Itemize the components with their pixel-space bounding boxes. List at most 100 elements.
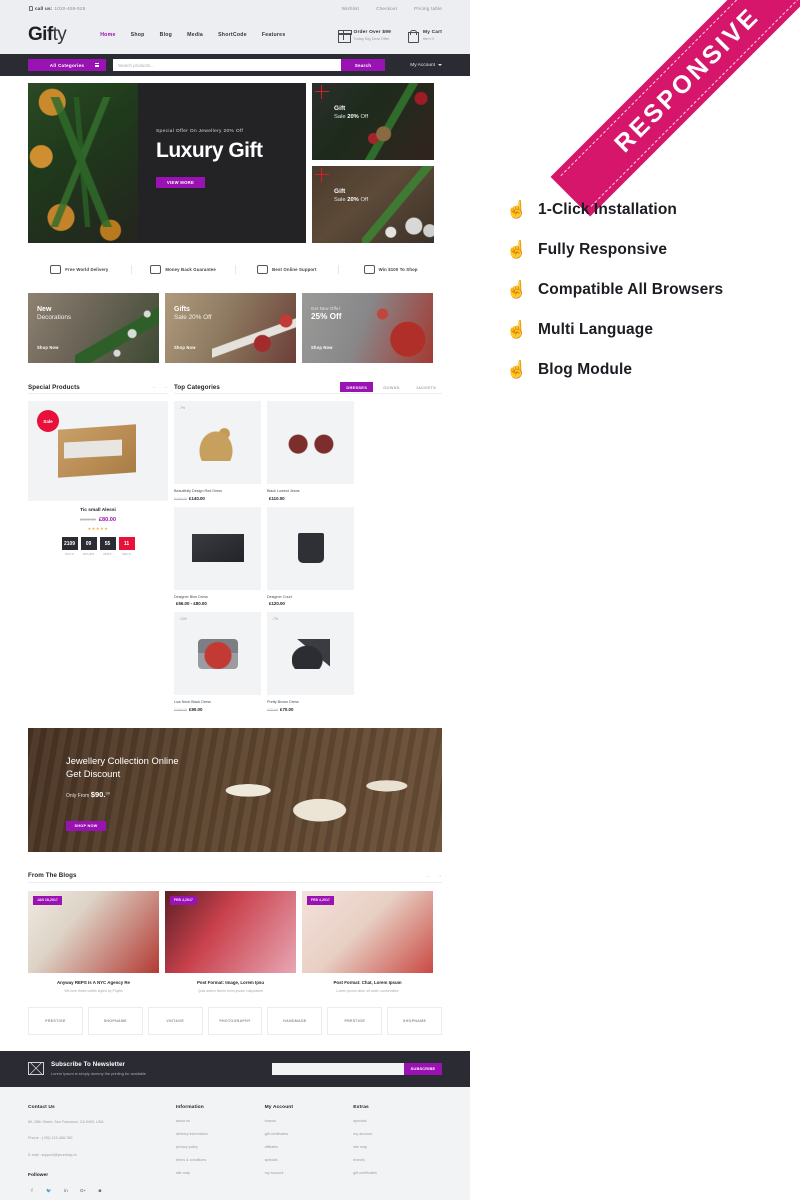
service-label: Win $100 To Shop <box>378 266 418 272</box>
hero-side-sub-bold-1: 20% <box>347 114 359 120</box>
footer-link[interactable]: privacy policy <box>176 1145 265 1149</box>
footer-link[interactable]: affiliates <box>265 1145 354 1149</box>
product-card[interactable]: Designer Court £120.00 <box>267 506 354 606</box>
newsletter-email-input[interactable] <box>272 1062 404 1075</box>
service-label: Money Back Guarantee <box>165 266 216 272</box>
product-image <box>267 506 354 590</box>
footer-link[interactable]: specials <box>265 1158 354 1162</box>
footer-link[interactable]: my account <box>265 1171 354 1175</box>
header-actions: Order Over $99 Today Big Deal Offer My C… <box>337 29 442 43</box>
product-card[interactable]: Designer Blue Dress £56.00 - £80.00 <box>174 506 261 606</box>
footer-link[interactable]: gift certificates <box>265 1132 354 1136</box>
top-link-pricing-table[interactable]: Pricing table <box>414 6 442 11</box>
banner-shop-now-link[interactable]: Shop Now <box>311 345 333 350</box>
hero-side-banner-1[interactable]: Gift Sale 20% Off <box>312 83 434 160</box>
google-plus-icon[interactable]: G+ <box>79 1187 87 1195</box>
hero-view-more-button[interactable]: VIEW MORE <box>156 177 205 188</box>
my-account-dropdown[interactable]: My Account <box>410 63 442 68</box>
blog-carousel-arrows[interactable]: ← → <box>426 873 442 879</box>
brand-logo[interactable]: PRESTIGE <box>28 1006 83 1035</box>
tab-jackets[interactable]: JACKETS <box>410 382 442 392</box>
brand-logo[interactable]: PRESTIGE <box>327 1006 383 1035</box>
footer-link[interactable]: site map <box>176 1171 265 1175</box>
footer-link[interactable]: terms & conditions <box>176 1158 265 1162</box>
blogs-header: From The Blogs ← → <box>28 870 442 883</box>
banner-shop-now-link[interactable]: Shop Now <box>37 345 59 350</box>
site-logo[interactable]: Gifty <box>28 24 67 46</box>
footer-link[interactable]: specials <box>353 1119 442 1123</box>
footer-extras-heading: Extras <box>353 1104 369 1110</box>
nav-item-features[interactable]: Features <box>262 32 286 38</box>
footer-link[interactable]: delivery information <box>176 1132 265 1136</box>
nav-item-shortcode[interactable]: ShortCode <box>218 32 247 38</box>
promo-banner-offer[interactable]: Get New Offer 25% Off Shop Now <box>302 293 433 363</box>
top-link-checkout[interactable]: Checkout <box>376 6 397 11</box>
blog-card[interactable]: FEB 4,2017 Post Format: Image, Lorem Ips… <box>165 890 296 993</box>
search-input[interactable]: Search products... <box>113 59 341 71</box>
nav-item-shop[interactable]: Shop <box>131 32 145 38</box>
cart-block[interactable]: My Cart Item 0 <box>407 29 442 43</box>
hero-side-decoration <box>362 83 434 160</box>
brand-logo[interactable]: SHOPNAME <box>387 1006 443 1035</box>
special-products-title: Special Products <box>28 383 80 391</box>
blog-image: FEB 4,2017 <box>302 890 433 973</box>
instagram-icon[interactable]: ◙ <box>96 1187 104 1195</box>
twitter-icon[interactable]: 🐦 <box>45 1187 53 1195</box>
search-button[interactable]: Search <box>341 59 385 71</box>
call-us-block: call us: 1020-459-528 <box>28 5 85 11</box>
footer-information-column: Information about us delivery informatio… <box>176 1105 265 1200</box>
arrow-left-icon[interactable]: ← <box>152 384 157 390</box>
jewellery-promo-banner[interactable]: Jewellery Collection Online Get Discount… <box>28 727 442 852</box>
hero-side-banner-2[interactable]: Gift Sale 20% Off <box>312 166 434 243</box>
blog-card[interactable]: JAN 18,2017 Anyway REPS Is A NYC Agency … <box>28 890 159 993</box>
blog-title[interactable]: Post Format: Chat, Lorem Ipsum <box>302 980 433 985</box>
product-card[interactable]: -10% Low Neck Black Dress £100.00 £90.00 <box>174 612 261 712</box>
jewellery-shop-now-button[interactable]: SHOP NOW <box>66 820 106 831</box>
blog-card[interactable]: FEB 4,2017 Post Format: Chat, Lorem Ipsu… <box>302 890 433 993</box>
shopping-bag-icon <box>407 29 420 43</box>
carousel-arrows[interactable]: ← → <box>152 384 168 390</box>
footer-link[interactable]: about us <box>176 1119 265 1123</box>
promo-banner-new-decorations[interactable]: New Decorations Shop Now <box>28 293 159 363</box>
banner-shop-now-link[interactable]: Shop Now <box>174 345 196 350</box>
brand-logo[interactable]: SHOPNAME <box>87 1006 143 1035</box>
nav-item-media[interactable]: Media <box>187 32 203 38</box>
product-card[interactable]: -7% Beautifully Design Red Dress £150.00… <box>174 401 261 501</box>
footer-link[interactable]: brands <box>265 1119 354 1123</box>
product-card[interactable]: Black Lowest Jeans £110.00 <box>267 401 354 501</box>
all-categories-button[interactable]: All Categories <box>28 59 106 71</box>
countdown-value: 11 <box>118 537 135 550</box>
special-products-header: Special Products ← → <box>28 381 168 394</box>
banner-decoration <box>349 293 433 363</box>
promo-banner-gifts[interactable]: Gifts Sale 20% Off Shop Now <box>165 293 296 363</box>
top-link-wishlist[interactable]: Wishlist <box>342 6 359 11</box>
arrow-right-icon[interactable]: → <box>437 873 442 879</box>
linkedin-icon[interactable]: in <box>62 1187 70 1195</box>
product-current-price: £90.00 <box>189 706 203 712</box>
nav-item-blog[interactable]: Blog <box>160 32 173 38</box>
order-offer-block[interactable]: Order Over $99 Today Big Deal Offer <box>337 29 391 43</box>
jewellery-price-label: Only From <box>66 792 91 799</box>
nav-item-home[interactable]: Home <box>100 32 115 38</box>
tab-gowns[interactable]: GOWNS <box>377 382 406 392</box>
facebook-icon[interactable]: f <box>28 1187 36 1195</box>
blog-title[interactable]: Post Format: Image, Lorem Ipsu <box>165 980 296 985</box>
hero-main-slide[interactable]: Special Offer On Jewellery 20% Off Luxur… <box>28 83 306 243</box>
special-product-card[interactable]: Sale Tic small Alessi £100.00 £80.00 ★★★★… <box>28 401 168 556</box>
blog-title[interactable]: Anyway REPS Is A NYC Agency Re <box>28 980 159 985</box>
arrow-right-icon[interactable]: → <box>163 384 168 390</box>
footer-follower-heading: Follower <box>28 1172 49 1178</box>
footer-link[interactable]: site map <box>353 1145 442 1149</box>
product-card[interactable]: -7% Pretty Brown Dress £75.00 £70.00 <box>267 612 354 712</box>
footer-link[interactable]: my account <box>353 1132 442 1136</box>
arrow-left-icon[interactable]: ← <box>426 873 431 879</box>
brand-logo[interactable]: PHOTOGRAPHY <box>207 1006 263 1035</box>
product-old-price: £75.00 <box>267 707 278 712</box>
brand-logo[interactable]: HANDMADE <box>267 1006 323 1035</box>
newsletter-subscribe-button[interactable]: SUBSCRIBE <box>404 1062 442 1075</box>
footer-link[interactable]: gift certificates <box>353 1171 442 1175</box>
brand-logo[interactable]: VINTAGE <box>147 1006 203 1035</box>
tab-dresses[interactable]: DRESSES <box>340 382 374 392</box>
countdown-label: MINS <box>103 552 112 556</box>
footer-link[interactable]: brands <box>353 1158 442 1162</box>
